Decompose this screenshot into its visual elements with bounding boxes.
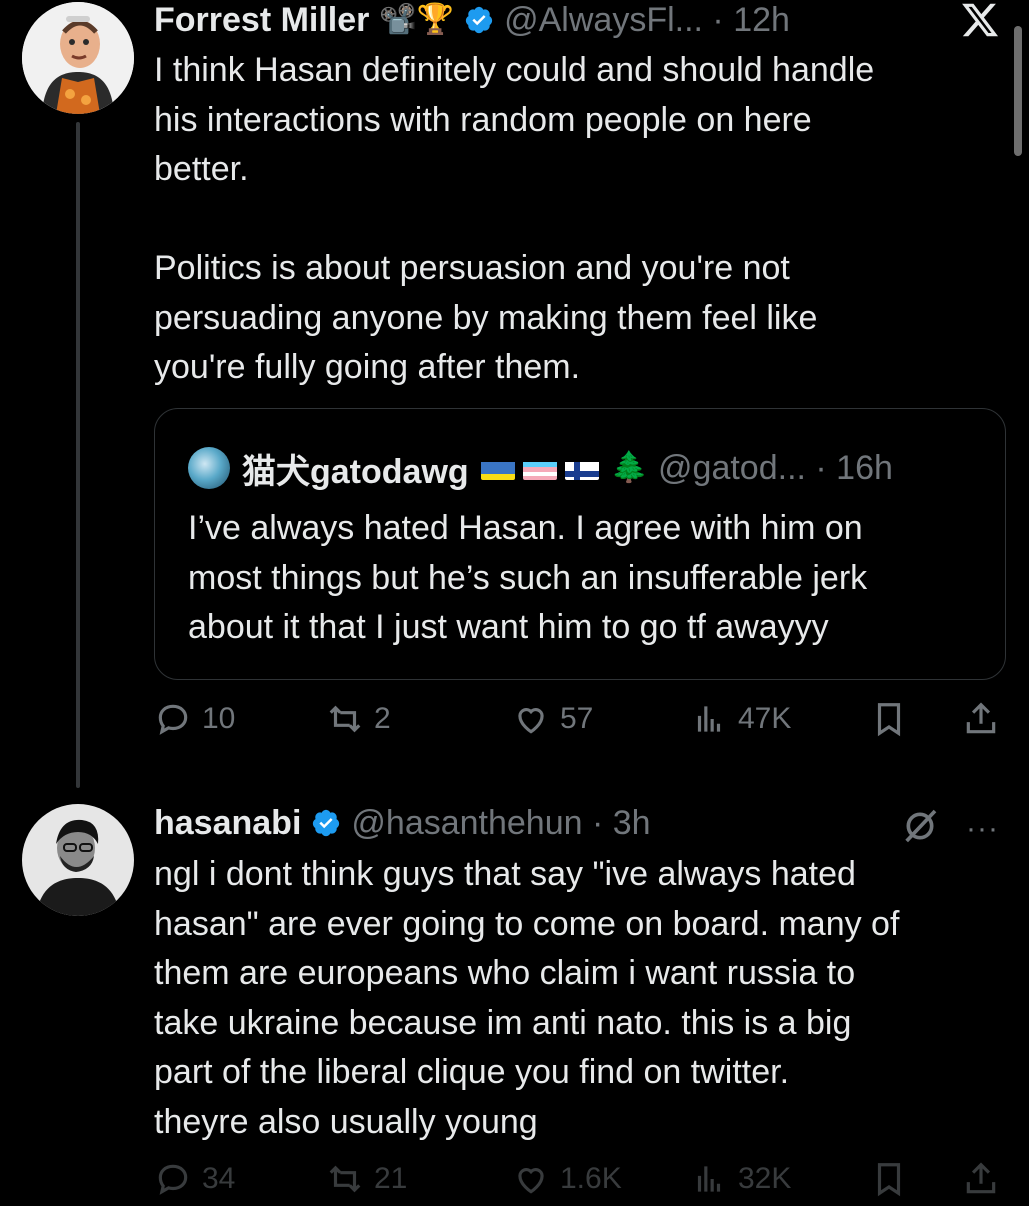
bookmark-button[interactable] [870, 700, 908, 738]
views-count: 32K [738, 1162, 792, 1195]
quoted-tweet-text: I’ve always hated Hasan. I agree with hi… [188, 509, 868, 646]
like-button[interactable]: 1.6K [512, 1160, 622, 1198]
repost-count: 2 [374, 702, 391, 735]
reply-button[interactable]: 10 [154, 700, 235, 738]
finland-flag-icon [564, 456, 599, 480]
repost-icon [329, 1165, 361, 1193]
tweet1-handle-time[interactable]: @AlwaysFl... · 12h [504, 0, 790, 40]
repost-count: 21 [374, 1162, 408, 1195]
views-icon [697, 706, 721, 732]
thread-line [76, 122, 80, 788]
ukraine-flag-icon [480, 456, 515, 480]
quoted-name-flags: 🌲 [480, 451, 649, 484]
bookmark-icon [877, 1163, 901, 1197]
quoted-handle-time: @gatod... · 16h [658, 448, 893, 487]
reply-count: 34 [202, 1162, 236, 1195]
grok-icon[interactable] [900, 806, 940, 846]
more-options-icon[interactable]: ··· [966, 812, 999, 846]
bookmark-icon [877, 703, 901, 737]
tweet1-author-name[interactable]: Forrest Miller [154, 0, 369, 40]
tweet1-text: I think Hasan definitely could and shoul… [154, 51, 875, 386]
repost-icon [329, 705, 361, 733]
tweet2-header: hasanabi @hasanthehun · 3h [154, 803, 651, 843]
like-count: 57 [560, 702, 594, 735]
tweet1-header: Forrest Miller 📽️🏆 @AlwaysFl... · 12h [154, 0, 790, 40]
repost-button[interactable]: 2 [326, 700, 391, 738]
tweet1-name-emojis: 📽️🏆 [379, 3, 455, 36]
share-icon [966, 1162, 996, 1194]
tweet2-text: ngl i dont think guys that say "ive alwa… [154, 855, 900, 1141]
repost-button[interactable]: 21 [326, 1160, 407, 1198]
like-button[interactable]: 57 [512, 700, 593, 738]
scrollbar[interactable] [1014, 26, 1022, 156]
reply-icon [158, 1164, 188, 1195]
views-icon [697, 1166, 721, 1192]
tweet2-author-name[interactable]: hasanabi [154, 803, 301, 843]
views-button[interactable]: 47K [690, 700, 791, 738]
share-button[interactable] [962, 1160, 1000, 1198]
verified-badge-icon [313, 809, 340, 837]
evergreen-tree-icon: 🌲 [610, 451, 649, 484]
avatar-hasanabi[interactable] [22, 804, 134, 916]
heart-icon [518, 1168, 544, 1194]
share-icon [966, 702, 996, 734]
trans-flag-icon [522, 456, 557, 480]
share-button[interactable] [962, 700, 1000, 738]
tweet2-handle-time[interactable]: @hasanthehun · 3h [351, 803, 650, 843]
heart-icon [518, 708, 544, 734]
avatar-forrest-miller[interactable] [22, 2, 134, 114]
quoted-author-avatar [188, 447, 230, 489]
tweet2-action-bar: 34 21 1.6K 32K [154, 1160, 1004, 1206]
views-count: 47K [738, 702, 792, 735]
like-count: 1.6K [560, 1162, 622, 1195]
reply-icon [158, 704, 188, 735]
views-button[interactable]: 32K [690, 1160, 791, 1198]
quoted-tweet-header: 猫犬gatodawg 🌲 @gatod... · 16h [188, 446, 893, 491]
x-logo-icon[interactable] [960, 0, 1000, 40]
reply-count: 10 [202, 702, 236, 735]
tweet1-action-bar: 10 2 57 47K [154, 700, 1004, 746]
verified-badge-icon [465, 6, 493, 34]
reply-button[interactable]: 34 [154, 1160, 235, 1198]
avatar-illustration [22, 2, 134, 114]
quoted-author-name: 猫犬gatodawg [242, 452, 469, 491]
bookmark-button[interactable] [870, 1160, 908, 1198]
avatar-photo [22, 804, 134, 916]
